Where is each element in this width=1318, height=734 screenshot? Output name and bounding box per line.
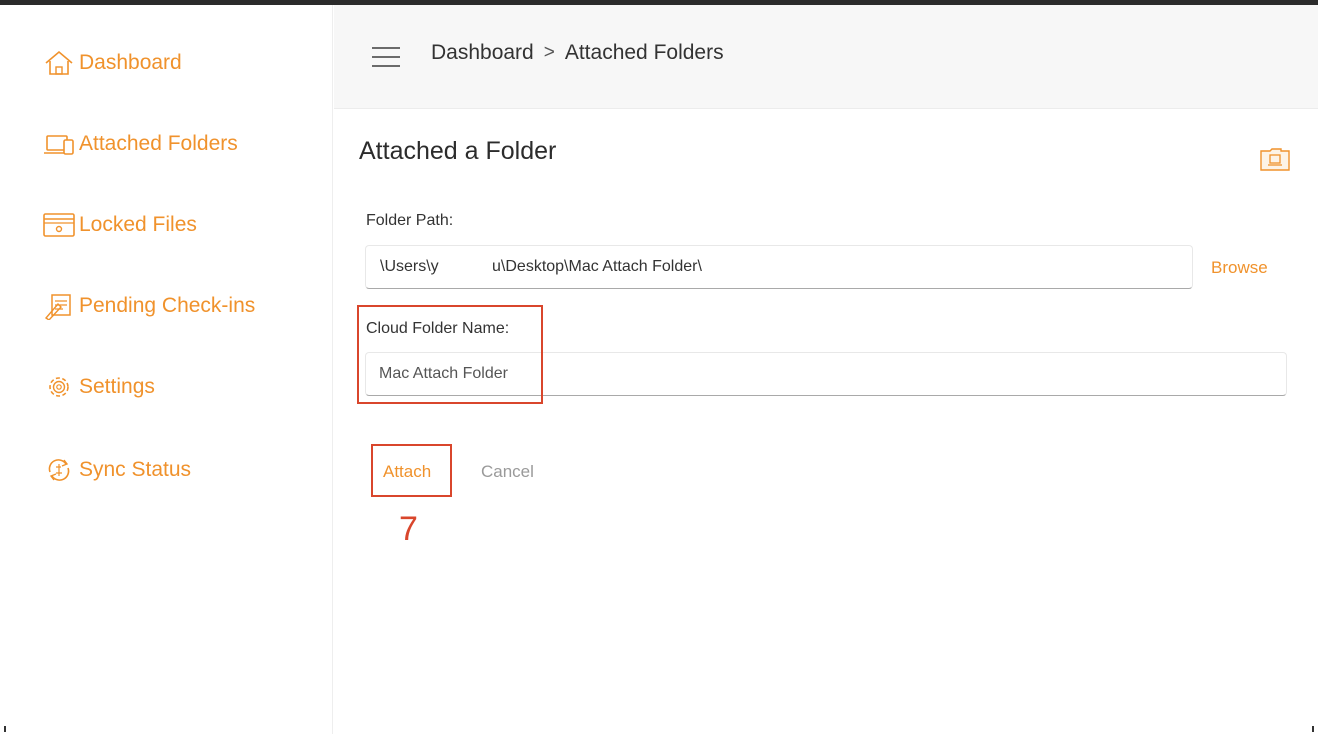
corner-mark-right xyxy=(1312,726,1314,732)
sidebar-item-attached-folders[interactable]: Attached Folders xyxy=(42,130,238,158)
page-title: Attached a Folder xyxy=(359,137,557,165)
sidebar-item-label: Dashboard xyxy=(79,51,182,74)
annotation-highlight-attach xyxy=(371,444,452,497)
devices-icon xyxy=(44,135,74,155)
corner-mark-left xyxy=(4,726,6,732)
sidebar-item-pending-check-ins[interactable]: Pending Check-ins xyxy=(42,292,255,320)
annotation-step-number: 7 xyxy=(399,510,418,548)
page-header: Dashboard > Attached Folders xyxy=(334,5,1318,109)
folder-path-field-wrapper xyxy=(365,245,1193,289)
browse-button[interactable]: Browse xyxy=(1211,258,1268,278)
menu-icon[interactable] xyxy=(372,45,400,69)
sidebar-item-label: Locked Files xyxy=(79,213,197,236)
sidebar-item-label: Sync Status xyxy=(79,458,192,481)
gear-icon xyxy=(49,377,69,397)
sidebar-item-label: Settings xyxy=(79,375,155,398)
sidebar-item-locked-files[interactable]: Locked Files xyxy=(42,211,197,239)
sidebar-item-label: Attached Folders xyxy=(79,132,238,155)
sidebar-item-sync-status[interactable]: Sync Status xyxy=(42,456,191,484)
sidebar-item-dashboard[interactable]: Dashboard xyxy=(42,49,182,77)
sidebar: Dashboard Attached Folders Locked Files … xyxy=(0,5,333,734)
breadcrumb-dashboard[interactable]: Dashboard xyxy=(431,41,534,65)
lock-window-icon xyxy=(43,213,75,237)
folder-path-input[interactable] xyxy=(366,246,1192,288)
breadcrumb-separator: > xyxy=(543,42,555,63)
sync-icon xyxy=(48,459,70,481)
breadcrumb-current: Attached Folders xyxy=(564,41,724,64)
sidebar-item-settings[interactable]: Settings xyxy=(42,373,155,401)
edit-doc-icon xyxy=(44,294,71,320)
annotation-highlight-cloud-folder xyxy=(357,305,543,404)
home-icon xyxy=(45,50,73,75)
folder-path-label: Folder Path: xyxy=(366,212,454,229)
breadcrumb: Dashboard > Attached Folders xyxy=(431,41,724,65)
folder-icon[interactable] xyxy=(1259,146,1291,172)
cancel-button[interactable]: Cancel xyxy=(481,462,534,482)
sidebar-item-label: Pending Check-ins xyxy=(79,294,256,317)
